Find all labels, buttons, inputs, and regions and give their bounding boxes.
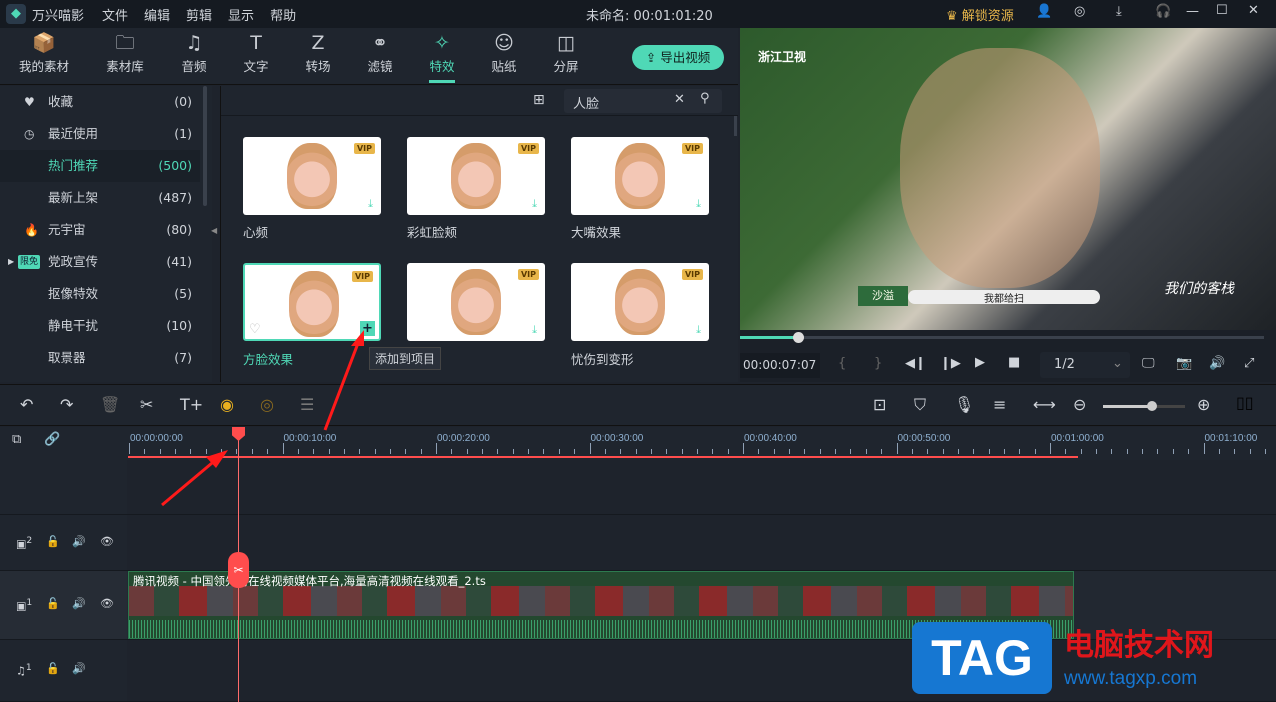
watermark-logo: TAG	[912, 622, 1052, 694]
watermark-title: 电脑技术网	[1064, 628, 1214, 663]
annotation-arrows	[161, 330, 364, 507]
annotation-arrowhead	[351, 330, 364, 346]
annotation-arrow	[161, 456, 219, 507]
watermark-url: www.tagxp.com	[1064, 668, 1198, 689]
annotation-arrow	[323, 337, 362, 431]
watermark: TAG 电脑技术网 www.tagxp.com	[912, 618, 1262, 698]
